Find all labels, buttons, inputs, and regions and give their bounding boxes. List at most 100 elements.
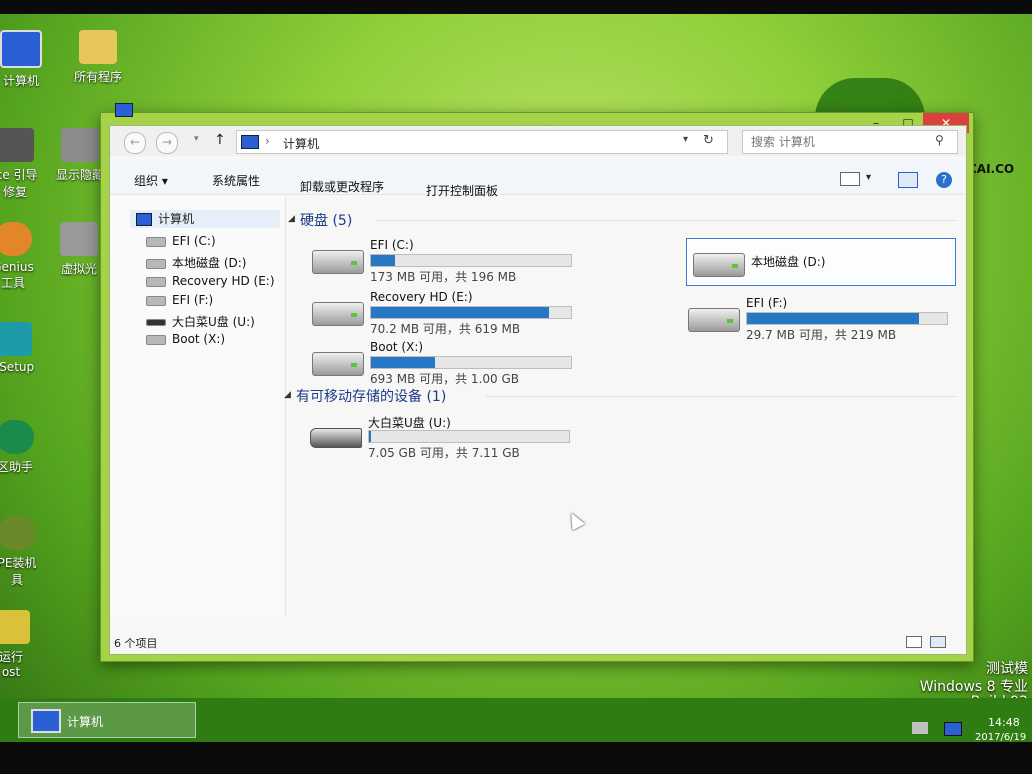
virtual-drive-icon <box>60 222 98 256</box>
desktop-icon-label: 工具 <box>0 276 25 290</box>
nav-item-computer[interactable]: 计算机 <box>130 210 280 228</box>
desktop-icon-label: TSetup <box>0 360 35 374</box>
explorer-window: 计算机 – □ ✕ ← → ▾ ↑ › 计算机 ▾ ↻ <box>100 103 974 662</box>
nav-item-usb-u[interactable]: 大白菜U盘 (U:) <box>146 313 255 330</box>
desktop-icon-all-programs[interactable]: 所有程序 <box>58 30 138 85</box>
drive-usage-bar <box>370 254 572 267</box>
desktop-icon-label: ice 引导 <box>0 168 38 182</box>
desktop-icon-label: 显示隐藏 <box>55 168 104 182</box>
drive-usage-fill <box>747 313 919 324</box>
refresh-button[interactable]: ↻ <box>703 133 714 148</box>
up-button[interactable]: ↑ <box>214 132 226 148</box>
nav-item-recovery-e[interactable]: Recovery HD (E:) <box>146 274 275 288</box>
hard-drive-icon <box>312 250 364 274</box>
collapse-hdd-icon[interactable]: ◢ <box>288 214 295 224</box>
drive-usage-fill <box>369 431 371 442</box>
organize-menu[interactable]: 组织 ▾ <box>134 172 168 189</box>
desktop-icon-virtual-drive[interactable]: 虚拟光 <box>54 222 104 277</box>
hard-drive-icon <box>312 302 364 326</box>
drive-name: Recovery HD (E:) <box>370 290 473 304</box>
group-divider <box>376 220 956 221</box>
drive-tile-efi-f[interactable]: EFI (F:) 29.7 MB 可用，共 219 MB <box>682 294 948 342</box>
drive-tile-recovery-e[interactable]: Recovery HD (E:) 70.2 MB 可用，共 619 MB <box>306 288 572 336</box>
desktop-icon-boot-repair[interactable]: ice 引导 修复 <box>0 128 50 200</box>
desktop-icon-label: 所有程序 <box>73 70 122 84</box>
drive-icon <box>146 334 166 345</box>
window-body: ← → ▾ ↑ › 计算机 ▾ ↻ ⚲ 组织 ▾ 系统属性 <box>109 125 967 655</box>
search-box[interactable]: ⚲ <box>742 130 958 154</box>
drive-icon <box>146 258 166 269</box>
item-count: 6 个项目 <box>114 637 158 650</box>
search-icon[interactable]: ⚲ <box>935 133 944 147</box>
top-bezel <box>0 0 1032 14</box>
taskbar: 计算机 14:48 2017/6/19 <box>0 698 1032 743</box>
nav-item-label: 本地磁盘 (D:) <box>172 256 247 270</box>
drive-tile-efi-c[interactable]: EFI (C:) 173 MB 可用，共 196 MB <box>306 236 572 284</box>
partition-assistant-icon <box>0 420 34 454</box>
usb-drive-icon <box>310 428 362 448</box>
drive-icon <box>146 295 166 306</box>
setup-icon <box>0 322 32 356</box>
drive-usage-bar <box>746 312 948 325</box>
desktop-icon-label: PE装机 <box>0 556 37 570</box>
breadcrumb[interactable]: 计算机 <box>283 135 319 152</box>
uninstall-program-button[interactable]: 卸载或更改程序 <box>300 178 384 195</box>
drive-tile-boot-x[interactable]: Boot (X:) 693 MB 可用，共 1.00 GB <box>306 338 572 386</box>
drive-info: 7.05 GB 可用，共 7.11 GB <box>368 446 520 460</box>
drive-name: Boot (X:) <box>370 340 424 354</box>
desktop-icon-pe-install[interactable]: PE装机 具 <box>0 516 52 588</box>
nav-item-efi-f[interactable]: EFI (F:) <box>146 293 213 307</box>
nav-item-label: Recovery HD (E:) <box>172 274 275 288</box>
desktop-icon-computer[interactable]: 计算机 <box>0 30 56 89</box>
nav-item-local-disk-d[interactable]: 本地磁盘 (D:) <box>146 254 246 271</box>
taskbar-item-computer[interactable]: 计算机 <box>18 702 196 738</box>
desktop-icon-run[interactable]: 运行 ost <box>0 610 46 679</box>
drive-icon <box>146 276 166 287</box>
nav-item-efi-c[interactable]: EFI (C:) <box>146 234 216 248</box>
large-icons-view-icon[interactable] <box>930 636 946 648</box>
drive-tile-local-d[interactable]: 本地磁盘 (D:) <box>686 238 956 286</box>
content-pane: ◢ 硬盘 (5) EFI (C:) 173 MB 可用，共 196 MB 本地磁… <box>284 196 966 616</box>
drive-info: 29.7 MB 可用，共 219 MB <box>746 328 897 342</box>
clock-time[interactable]: 14:48 <box>988 716 1020 729</box>
preview-pane-icon[interactable] <box>898 172 918 188</box>
genius-icon <box>0 222 32 256</box>
desktop-icon-partition-assistant[interactable]: 区助手 <box>0 420 50 475</box>
group-divider <box>486 396 956 397</box>
help-icon[interactable]: ? <box>936 172 952 188</box>
recent-dropdown-icon[interactable]: ▾ <box>194 134 199 144</box>
display-icon[interactable] <box>944 722 962 736</box>
nav-item-boot-x[interactable]: Boot (X:) <box>146 332 225 346</box>
collapse-removable-icon[interactable]: ◢ <box>284 390 291 400</box>
drive-usage-fill <box>371 357 435 368</box>
group-header-hdd[interactable]: 硬盘 (5) <box>300 210 352 230</box>
navigation-pane: 计算机 EFI (C:) 本地磁盘 (D:) Recovery HD (E:) … <box>110 196 286 616</box>
drive-usage-fill <box>371 307 549 318</box>
usb-drive-icon <box>146 319 166 326</box>
desktop-icon-label: Genius <box>0 260 34 274</box>
desktop-icon-tsetup[interactable]: TSetup <box>0 322 48 374</box>
address-input[interactable]: › 计算机 ▾ ↻ <box>236 130 728 154</box>
group-header-removable[interactable]: 有可移动存储的设备 (1) <box>296 386 446 406</box>
drive-info: 173 MB 可用，共 196 MB <box>370 270 517 284</box>
search-input[interactable] <box>749 133 929 151</box>
desktop-icon-label: 修复 <box>2 185 27 199</box>
view-dropdown-icon[interactable]: ▾ <box>866 172 871 183</box>
change-view-icon[interactable] <box>840 172 860 186</box>
details-view-icon[interactable] <box>906 636 922 648</box>
drive-icon <box>146 236 166 247</box>
hard-drive-icon <box>688 308 740 332</box>
keyboard-icon[interactable] <box>912 722 928 734</box>
drive-name: 大白菜U盘 (U:) <box>368 416 451 430</box>
computer-icon <box>241 135 259 149</box>
system-properties-button[interactable]: 系统属性 <box>212 172 260 189</box>
address-dropdown-icon[interactable]: ▾ <box>683 134 688 145</box>
address-bar-area: ← → ▾ ↑ › 计算机 ▾ ↻ ⚲ <box>110 126 966 156</box>
drive-tile-usb-u[interactable]: 大白菜U盘 (U:) 7.05 GB 可用，共 7.11 GB <box>304 412 570 460</box>
forward-button[interactable]: → <box>156 132 178 154</box>
desktop-icon-genius[interactable]: Genius 工具 <box>0 222 48 291</box>
breadcrumb-chevron-icon[interactable]: › <box>265 134 270 148</box>
back-button[interactable]: ← <box>124 132 146 154</box>
nav-item-label: EFI (C:) <box>172 234 216 248</box>
desktop-icon-label: 虚拟光 <box>60 262 97 276</box>
